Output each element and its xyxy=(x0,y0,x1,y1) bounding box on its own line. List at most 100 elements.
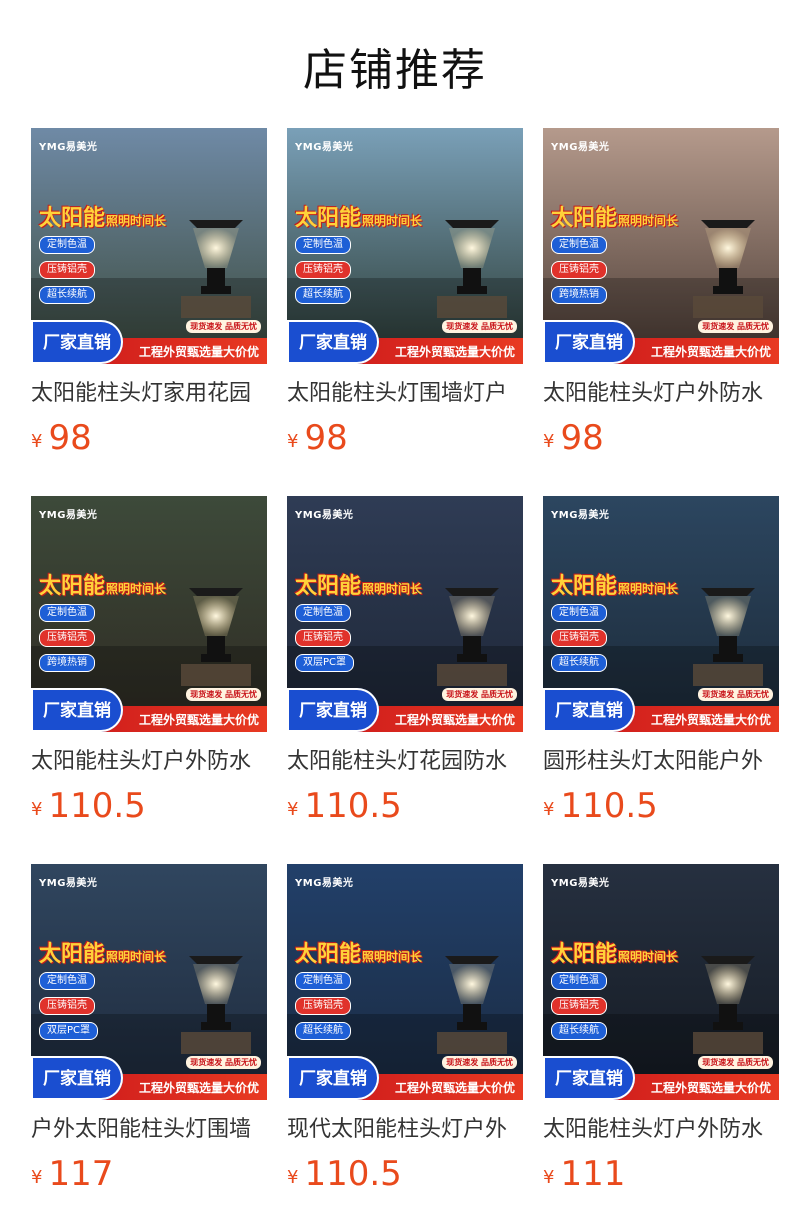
feature-tag: 定制色温 xyxy=(295,236,351,254)
headline-main: 太阳能 xyxy=(39,574,106,599)
product-image[interactable]: YMG易美光 太阳能照明时间长 定制色温 压铸铝壳 超长续航 工程外贸甄选量大价优 现货速发… xyxy=(287,128,523,364)
promo-bar-text: 工程外贸甄选量大价优 xyxy=(394,345,515,359)
promo-mini-badge: 现货速发 品质无忧 xyxy=(186,1056,261,1069)
price-value: 111 xyxy=(560,1154,626,1194)
solar-headline: 太阳能照明时间长 xyxy=(551,200,678,232)
product-name[interactable]: 太阳能柱头灯户外防水 xyxy=(543,380,779,408)
feature-tag: 双层PC罩 xyxy=(295,654,355,672)
product-image[interactable]: YMG易美光 太阳能照明时间长 定制色温 压铸铝壳 超长续航 工程外贸甄选量大价优 现货速发… xyxy=(543,496,779,732)
price-value: 98 xyxy=(304,418,348,458)
headline-sub: 照明时间长 xyxy=(618,582,679,596)
price-value: 117 xyxy=(48,1154,114,1194)
feature-tag: 定制色温 xyxy=(551,604,607,622)
product-card[interactable]: YMG易美光 太阳能照明时间长 定制色温 压铸铝壳 超长续航 工程外贸甄选量大价优 现货速发… xyxy=(31,128,267,458)
factory-direct-badge: 厂家直销 xyxy=(543,688,635,732)
product-name[interactable]: 太阳能柱头灯家用花园 xyxy=(31,380,267,408)
product-card[interactable]: YMG易美光 太阳能照明时间长 定制色温 压铸铝壳 超长续航 工程外贸甄选量大价优 现货速发… xyxy=(287,864,523,1194)
feature-tag: 压铸铝壳 xyxy=(551,261,607,279)
currency-symbol: ¥ xyxy=(287,431,299,452)
brand-logo: YMG易美光 xyxy=(39,142,98,153)
product-image[interactable]: YMG易美光 太阳能照明时间长 定制色温 压铸铝壳 双层PC罩 工程外贸甄选量大价优 现货速… xyxy=(31,864,267,1100)
currency-symbol: ¥ xyxy=(31,431,43,452)
promo-mini-badge: 现货速发 品质无忧 xyxy=(186,320,261,333)
factory-direct-badge: 厂家直销 xyxy=(543,320,635,364)
product-price: ¥98 xyxy=(543,418,779,458)
promo-bar-text: 工程外贸甄选量大价优 xyxy=(650,713,771,727)
feature-tag: 压铸铝壳 xyxy=(39,629,95,647)
product-image[interactable]: YMG易美光 太阳能照明时间长 定制色温 压铸铝壳 超长续航 工程外贸甄选量大价优 现货速发… xyxy=(31,128,267,364)
brand-logo: YMG易美光 xyxy=(39,510,98,521)
product-image[interactable]: YMG易美光 太阳能照明时间长 定制色温 压铸铝壳 跨境热销 工程外贸甄选量大价优 现货速发… xyxy=(543,128,779,364)
product-image[interactable]: YMG易美光 太阳能照明时间长 定制色温 压铸铝壳 超长续航 工程外贸甄选量大价优 现货速发… xyxy=(543,864,779,1100)
product-image[interactable]: YMG易美光 太阳能照明时间长 定制色温 压铸铝壳 双层PC罩 工程外贸甄选量大价优 现货速… xyxy=(287,496,523,732)
solar-headline: 太阳能照明时间长 xyxy=(551,936,678,968)
product-name[interactable]: 太阳能柱头灯户外防水 xyxy=(543,1116,779,1144)
feature-tag: 定制色温 xyxy=(551,972,607,990)
promo-mini-badge: 现货速发 品质无忧 xyxy=(442,688,517,701)
product-price: ¥117 xyxy=(31,1154,267,1194)
solar-headline: 太阳能照明时间长 xyxy=(39,936,166,968)
brand-logo: YMG易美光 xyxy=(551,878,610,889)
solar-headline: 太阳能照明时间长 xyxy=(39,200,166,232)
promo-mini-badge: 现货速发 品质无忧 xyxy=(698,688,773,701)
price-value: 110.5 xyxy=(304,1154,402,1194)
promo-banner: 工程外贸甄选量大价优 现货速发 品质无忧 厂家直销 xyxy=(543,320,779,364)
feature-tag: 压铸铝壳 xyxy=(39,261,95,279)
headline-sub: 照明时间长 xyxy=(106,582,167,596)
solar-headline: 太阳能照明时间长 xyxy=(295,568,422,600)
headline-main: 太阳能 xyxy=(551,942,618,967)
factory-direct-badge: 厂家直销 xyxy=(287,320,379,364)
solar-headline: 太阳能照明时间长 xyxy=(295,200,422,232)
promo-mini-badge: 现货速发 品质无忧 xyxy=(698,320,773,333)
product-price: ¥110.5 xyxy=(287,1154,523,1194)
headline-main: 太阳能 xyxy=(39,206,106,231)
product-card[interactable]: YMG易美光 太阳能照明时间长 定制色温 压铸铝壳 双层PC罩 工程外贸甄选量大价优 现货速… xyxy=(31,864,267,1194)
factory-direct-badge: 厂家直销 xyxy=(31,320,123,364)
product-name[interactable]: 圆形柱头灯太阳能户外 xyxy=(543,748,779,776)
product-card[interactable]: YMG易美光 太阳能照明时间长 定制色温 压铸铝壳 跨境热销 工程外贸甄选量大价优 现货速发… xyxy=(31,496,267,826)
product-name[interactable]: 太阳能柱头灯户外防水 xyxy=(31,748,267,776)
feature-tag: 超长续航 xyxy=(551,1022,607,1040)
section-title: 店铺推荐 xyxy=(303,45,487,96)
feature-tag: 定制色温 xyxy=(39,236,95,254)
headline-sub: 照明时间长 xyxy=(362,214,423,228)
product-price: ¥110.5 xyxy=(287,786,523,826)
price-value: 110.5 xyxy=(560,786,658,826)
headline-main: 太阳能 xyxy=(551,206,618,231)
product-card[interactable]: YMG易美光 太阳能照明时间长 定制色温 压铸铝壳 超长续航 工程外贸甄选量大价优 现货速发… xyxy=(543,496,779,826)
product-name[interactable]: 太阳能柱头灯围墙灯户 xyxy=(287,380,523,408)
product-card[interactable]: YMG易美光 太阳能照明时间长 定制色温 压铸铝壳 超长续航 工程外贸甄选量大价优 现货速发… xyxy=(287,128,523,458)
product-price: ¥98 xyxy=(287,418,523,458)
product-name[interactable]: 现代太阳能柱头灯户外 xyxy=(287,1116,523,1144)
brand-logo: YMG易美光 xyxy=(295,510,354,521)
promo-banner: 工程外贸甄选量大价优 现货速发 品质无忧 厂家直销 xyxy=(543,688,779,732)
factory-direct-badge: 厂家直销 xyxy=(543,1056,635,1100)
headline-sub: 照明时间长 xyxy=(362,950,423,964)
product-price: ¥111 xyxy=(543,1154,779,1194)
feature-tag: 定制色温 xyxy=(295,604,351,622)
product-card[interactable]: YMG易美光 太阳能照明时间长 定制色温 压铸铝壳 跨境热销 工程外贸甄选量大价优 现货速发… xyxy=(543,128,779,458)
headline-sub: 照明时间长 xyxy=(618,950,679,964)
product-name[interactable]: 太阳能柱头灯花园防水 xyxy=(287,748,523,776)
headline-sub: 照明时间长 xyxy=(106,214,167,228)
feature-tag: 定制色温 xyxy=(551,236,607,254)
price-value: 98 xyxy=(48,418,92,458)
product-image[interactable]: YMG易美光 太阳能照明时间长 定制色温 压铸铝壳 超长续航 工程外贸甄选量大价优 现货速发… xyxy=(287,864,523,1100)
feature-tag: 定制色温 xyxy=(295,972,351,990)
product-card[interactable]: YMG易美光 太阳能照明时间长 定制色温 压铸铝壳 超长续航 工程外贸甄选量大价优 现货速发… xyxy=(543,864,779,1194)
brand-logo: YMG易美光 xyxy=(39,878,98,889)
product-name[interactable]: 户外太阳能柱头灯围墙 xyxy=(31,1116,267,1144)
brand-logo: YMG易美光 xyxy=(295,878,354,889)
factory-direct-badge: 厂家直销 xyxy=(287,1056,379,1100)
promo-bar-text: 工程外贸甄选量大价优 xyxy=(650,1081,771,1095)
promo-bar-text: 工程外贸甄选量大价优 xyxy=(138,345,259,359)
feature-tag: 跨境热销 xyxy=(39,654,95,672)
product-image[interactable]: YMG易美光 太阳能照明时间长 定制色温 压铸铝壳 跨境热销 工程外贸甄选量大价优 现货速发… xyxy=(31,496,267,732)
product-card[interactable]: YMG易美光 太阳能照明时间长 定制色温 压铸铝壳 双层PC罩 工程外贸甄选量大价优 现货速… xyxy=(287,496,523,826)
solar-headline: 太阳能照明时间长 xyxy=(295,936,422,968)
promo-banner: 工程外贸甄选量大价优 现货速发 品质无忧 厂家直销 xyxy=(287,320,523,364)
promo-banner: 工程外贸甄选量大价优 现货速发 品质无忧 厂家直销 xyxy=(287,1056,523,1100)
feature-tag: 压铸铝壳 xyxy=(551,997,607,1015)
currency-symbol: ¥ xyxy=(543,431,555,452)
promo-bar-text: 工程外贸甄选量大价优 xyxy=(394,713,515,727)
